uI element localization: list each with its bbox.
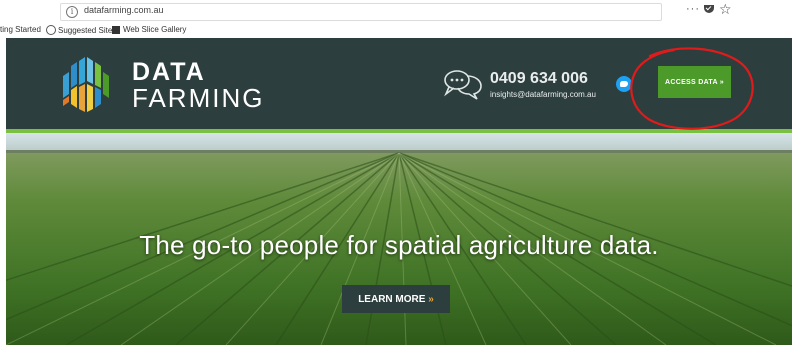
globe-icon (46, 25, 56, 35)
bookmark-label: Suggested Sites (58, 26, 117, 35)
phone-number[interactable]: 0409 634 006 (490, 70, 588, 88)
logo-text-farming[interactable]: FARMING (132, 83, 264, 114)
email-address[interactable]: insights@datafarming.com.au (490, 90, 596, 99)
bookmark-label: ting Started (0, 25, 41, 34)
site-info-icon[interactable]: i (66, 6, 78, 18)
bookmark-suggested-sites[interactable]: Suggested Sites (46, 25, 116, 35)
red-circle-annotation (630, 47, 754, 130)
pocket-icon[interactable] (704, 5, 714, 13)
logo-icon[interactable] (61, 54, 113, 114)
hero-section: The go-to people for spatial agriculture… (6, 133, 792, 345)
learn-more-label: LEARN MORE (358, 293, 426, 305)
more-actions-icon[interactable]: ··· (686, 3, 700, 15)
learn-more-button[interactable]: LEARN MORE » (342, 285, 450, 313)
url-text[interactable]: datafarming.com.au (84, 5, 164, 15)
bookmark-web-slice-gallery[interactable]: Web Slice Gallery (112, 25, 186, 34)
web-slice-icon (112, 26, 120, 34)
bookmark-label: Web Slice Gallery (123, 25, 187, 34)
double-chevron-icon: » (428, 293, 434, 305)
address-bar[interactable]: i datafarming.com.au (60, 3, 662, 21)
bookmark-star-icon[interactable]: ☆ (719, 1, 732, 18)
bookmark-getting-started[interactable]: ting Started (0, 25, 41, 34)
hero-tagline: The go-to people for spatial agriculture… (139, 230, 659, 260)
bookmarks-bar: ting Started Suggested Sites Web Slice G… (0, 22, 792, 38)
browser-toolbar: i datafarming.com.au ··· ☆ (0, 0, 792, 22)
chat-bubbles-icon (444, 70, 482, 100)
